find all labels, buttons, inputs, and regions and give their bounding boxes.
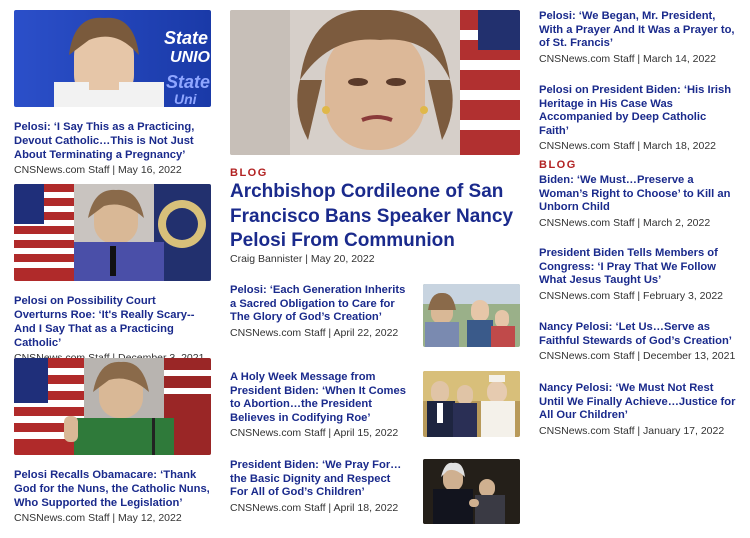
story-title-link[interactable]: A Holy Week Message from President Biden…	[230, 371, 410, 425]
story-card: Nancy Pelosi: ‘We Must Not Rest Until We…	[539, 382, 737, 438]
story-title-link[interactable]: Pelosi: ‘Each Generation Inherits a Sacr…	[230, 284, 410, 325]
story-kicker[interactable]: BLOG	[539, 159, 737, 171]
story-card: A Holy Week Message from President Biden…	[230, 371, 520, 440]
story-meta: CNSNews.com Staff | May 16, 2022	[14, 164, 182, 176]
story-title-link[interactable]: President Biden: ‘We Pray For…the Basic …	[230, 459, 410, 500]
story-title-link[interactable]: Nancy Pelosi: ‘We Must Not Rest Until We…	[539, 382, 737, 423]
story-meta: CNSNews.com Staff | May 12, 2022	[14, 512, 182, 524]
story-image[interactable]	[423, 284, 520, 347]
overlay-text-union: UNIO	[170, 49, 211, 66]
hero-kicker[interactable]: BLOG	[230, 167, 268, 179]
story-image[interactable]	[14, 358, 211, 455]
story-meta: CNSNews.com Staff | March 18, 2022	[539, 140, 717, 152]
story-title-link[interactable]: Nancy Pelosi: ‘Let Us…Serve as Faithful …	[539, 321, 737, 348]
story-meta: CNSNews.com Staff | March 2, 2022	[539, 216, 711, 229]
story-meta: CNSNews.com Staff | March 14, 2022	[539, 52, 717, 65]
story-card: State UNIO State Uni Pelosi: ‘I Say This…	[14, 10, 211, 177]
story-title-link[interactable]: Pelosi: ‘We Began, Mr. President, With a…	[539, 10, 737, 51]
hero-meta: Craig Bannister | May 20, 2022	[230, 253, 375, 265]
story-meta: CNSNews.com Staff | February 3, 2022	[539, 289, 724, 302]
story-title-link[interactable]: Biden: ‘We Must…Preserve a Woman’s Right…	[539, 174, 737, 215]
story-title-link[interactable]: President Biden Tells Members of Congres…	[539, 247, 737, 288]
story-card: Pelosi: ‘Each Generation Inherits a Sacr…	[230, 284, 520, 347]
overlay-text-uni: Uni	[174, 91, 198, 107]
story-meta: CNSNews.com Staff | December 13, 2021	[539, 350, 736, 362]
overlay-text-state-2: State	[166, 72, 210, 92]
story-image[interactable]	[423, 459, 520, 524]
story-image[interactable]: State UNIO State Uni	[14, 10, 211, 107]
story-card: Nancy Pelosi: ‘Let Us…Serve as Faithful …	[539, 321, 737, 363]
story-title-link[interactable]: Pelosi Recalls Obamacare: ‘Thank God for…	[14, 468, 211, 510]
hero-title-link[interactable]: Archbishop Cordileone of San Francisco B…	[230, 180, 520, 254]
story-title-link[interactable]: Pelosi on Possibility Court Overturns Ro…	[14, 294, 211, 350]
story-card: Pelosi Recalls Obamacare: ‘Thank God for…	[14, 358, 211, 525]
story-card: President Biden Tells Members of Congres…	[539, 247, 737, 303]
story-title-link[interactable]: Pelosi on President Biden: ‘His Irish He…	[539, 84, 737, 138]
story-card: Pelosi on Possibility Court Overturns Ro…	[14, 184, 211, 365]
story-image[interactable]	[14, 184, 211, 281]
story-card: Pelosi on President Biden: ‘His Irish He…	[539, 84, 737, 153]
story-title-link[interactable]: Pelosi: ‘I Say This as a Practicing, Dev…	[14, 120, 211, 162]
hero-image[interactable]	[230, 10, 520, 155]
story-card: Pelosi: ‘We Began, Mr. President, With a…	[539, 10, 737, 66]
story-meta: CNSNews.com Staff | January 17, 2022	[539, 424, 725, 437]
story-card: BLOG Biden: ‘We Must…Preserve a Woman’s …	[539, 159, 737, 230]
story-card: President Biden: ‘We Pray For…the Basic …	[230, 459, 520, 524]
overlay-text-state: State	[164, 28, 208, 48]
story-image[interactable]	[423, 371, 520, 437]
